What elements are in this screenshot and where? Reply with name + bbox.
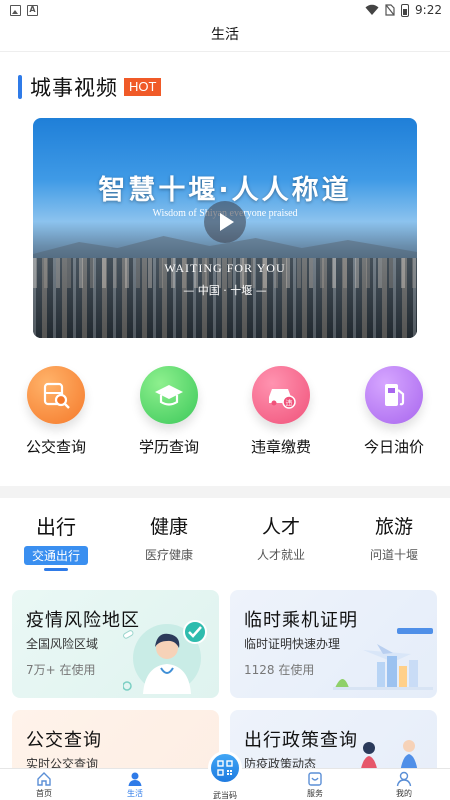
tab-travel[interactable]: 出行 交通出行 [6, 512, 106, 571]
play-icon[interactable] [204, 201, 246, 243]
person-icon [128, 772, 142, 786]
clock: 9:22 [415, 3, 442, 17]
quick-item-label: 公交查询 [25, 438, 86, 456]
app-screen: A 9:22 生活 城事视频 HOT 智慧十堰·人人称道 Wisdom of S… [0, 0, 450, 800]
home-icon [37, 772, 51, 786]
nav-label: 我的 [396, 789, 412, 798]
nav-label: 武当码 [213, 791, 237, 800]
card-title: 出行政策查询 [244, 730, 358, 751]
card-epidemic-risk[interactable]: 疫情风险地区 全国风险区域 7万+ 在使用 [12, 590, 219, 698]
nav-mine[interactable]: 我的 [374, 771, 434, 799]
tab-title: 出行 [36, 515, 76, 539]
card-flight-certificate[interactable]: 临时乘机证明 临时证明快速办理 1128 在使用 [230, 590, 437, 698]
notification-icons: A [10, 5, 38, 16]
text-notification-icon: A [27, 5, 38, 16]
bottom-navigation: 首页 生活 武当码 服务 我的 [0, 751, 450, 800]
video-place: — 中国 · 十堰 — [183, 284, 267, 297]
quick-item-fuel[interactable]: 今日油价 [344, 366, 444, 457]
nav-service[interactable]: 服务 [285, 771, 345, 799]
quick-item-bus[interactable]: 公交查询 [6, 366, 106, 457]
card-usage-count: 1128 在使用 [244, 663, 315, 677]
nav-home[interactable]: 首页 [14, 771, 74, 799]
bus-search-icon [27, 366, 85, 424]
tab-title: 旅游 [374, 516, 413, 538]
qr-code-icon [217, 760, 233, 776]
tab-health[interactable]: 健康 医疗健康 [119, 512, 219, 563]
card-usage-count: 7万+ 在使用 [26, 663, 96, 677]
system-indicators: 9:22 [365, 3, 442, 17]
nav-qr-code[interactable]: 武当码 [195, 789, 255, 800]
section-accent-bar [18, 75, 22, 99]
svg-text:违: 违 [286, 399, 293, 407]
quick-item-label: 违章缴费 [250, 438, 311, 456]
battery-icon [401, 3, 410, 17]
page-title: 生活 [0, 22, 450, 52]
status-bar: A 9:22 [0, 0, 450, 22]
user-icon [396, 771, 412, 787]
nav-label: 服务 [307, 789, 323, 798]
qr-code-button[interactable] [208, 751, 242, 785]
card-title: 疫情风险地区 [26, 610, 140, 631]
graduation-cap-icon [140, 366, 198, 424]
nav-label: 生活 [127, 789, 143, 798]
tab-subtitle: 医疗健康 [144, 548, 193, 562]
section-header: 城事视频 HOT [18, 72, 162, 102]
city-video-player[interactable]: 智慧十堰·人人称道 Wisdom of Shiyan everyone prai… [33, 118, 417, 338]
car-violation-icon: 违 [252, 366, 310, 424]
tab-title: 健康 [149, 516, 188, 538]
service-icon [308, 772, 322, 786]
card-desc: 临时证明快速办理 [244, 637, 341, 651]
tab-title: 人才 [261, 516, 300, 538]
card-title: 公交查询 [26, 730, 102, 751]
category-tabs: 出行 交通出行 健康 医疗健康 人才 人才就业 旅游 问道十堰 [0, 512, 450, 574]
tab-talent[interactable]: 人才 人才就业 [231, 512, 331, 563]
card-title: 临时乘机证明 [244, 610, 358, 631]
tab-tourism[interactable]: 旅游 问道十堰 [344, 512, 444, 563]
tab-subtitle: 问道十堰 [369, 548, 418, 562]
fuel-pump-icon [365, 366, 423, 424]
image-notification-icon [10, 5, 21, 16]
section-divider [0, 486, 450, 498]
card-desc: 全国风险区域 [26, 637, 99, 651]
video-tagline: WAITING FOR YOU [164, 261, 286, 275]
wifi-icon [365, 4, 379, 15]
no-sim-icon [385, 4, 395, 16]
quick-item-violation[interactable]: 违 违章缴费 [231, 366, 331, 457]
quick-item-education[interactable]: 学历查询 [119, 366, 219, 457]
section-title: 城事视频 [30, 76, 118, 100]
quick-services: 公交查询 学历查询 违 违章缴费 今日油价 [0, 366, 450, 466]
hot-badge: HOT [124, 78, 162, 96]
quick-item-label: 今日油价 [363, 438, 424, 456]
active-tab-indicator [44, 568, 68, 571]
nav-label: 首页 [36, 789, 52, 798]
tab-subtitle: 人才就业 [256, 548, 305, 562]
nav-life[interactable]: 生活 [105, 771, 165, 799]
tab-subtitle: 交通出行 [23, 546, 88, 565]
quick-item-label: 学历查询 [138, 438, 199, 456]
